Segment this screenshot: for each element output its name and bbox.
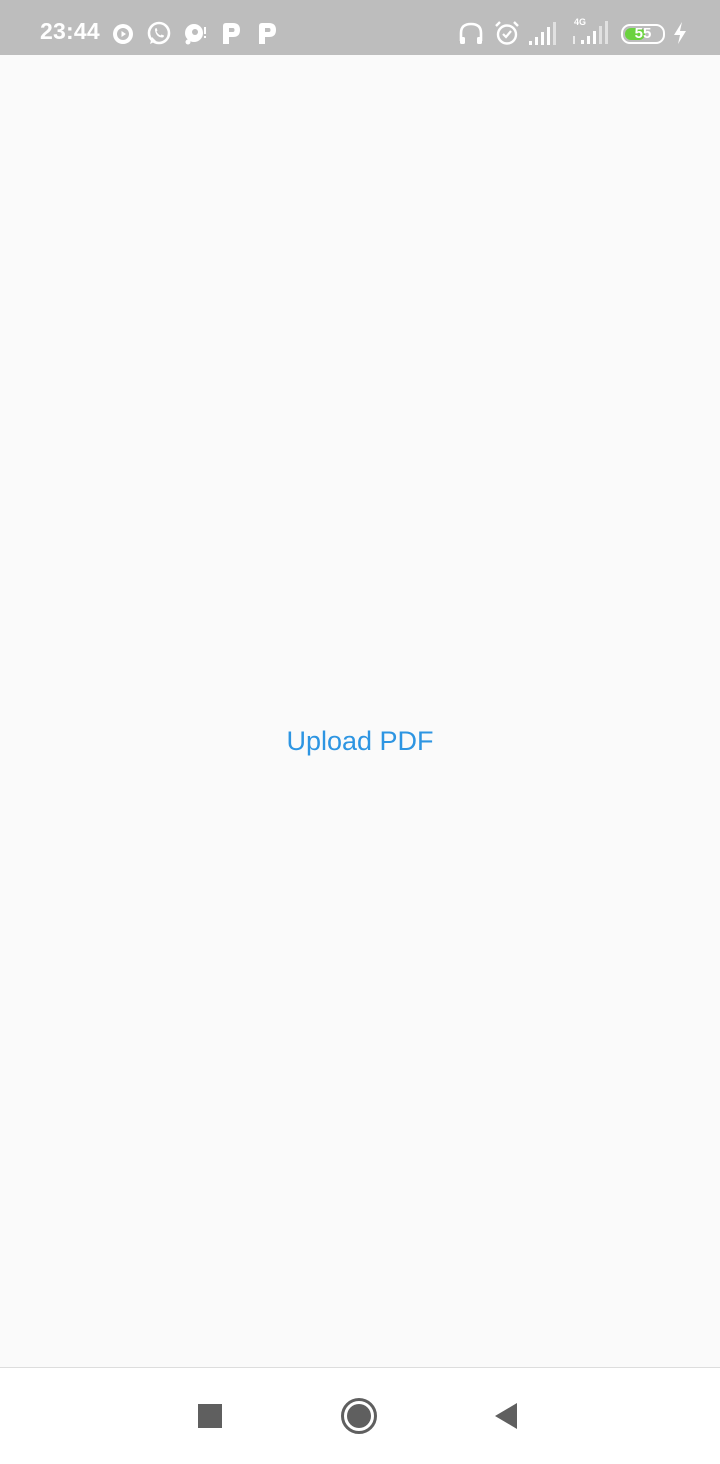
main-content: Upload PDF [0,55,720,1367]
home-circle-icon[interactable] [337,1394,381,1438]
whatsapp-icon [146,20,172,46]
battery-icon: 55 [621,24,665,44]
headset-icon [458,20,484,46]
parking-p-icon [255,20,281,46]
signal-4g-icon: 4G [571,16,611,46]
back-triangle-icon[interactable] [484,1394,528,1438]
signal-bars-icon [528,20,558,46]
play-circle-icon [111,20,137,46]
charging-icon [671,20,689,46]
status-clock: 23:44 [40,18,100,44]
network-type-label: 4G [574,17,586,27]
navigation-bar [0,1368,720,1464]
notification-dot-icon [182,20,208,46]
parking-p-icon [219,20,245,46]
alarm-icon [494,20,520,46]
recents-square-icon[interactable] [188,1394,232,1438]
upload-pdf-button[interactable]: Upload PDF [270,713,450,769]
battery-level: 55 [634,25,652,42]
status-bar: 23:44 4G 55 [0,0,720,55]
